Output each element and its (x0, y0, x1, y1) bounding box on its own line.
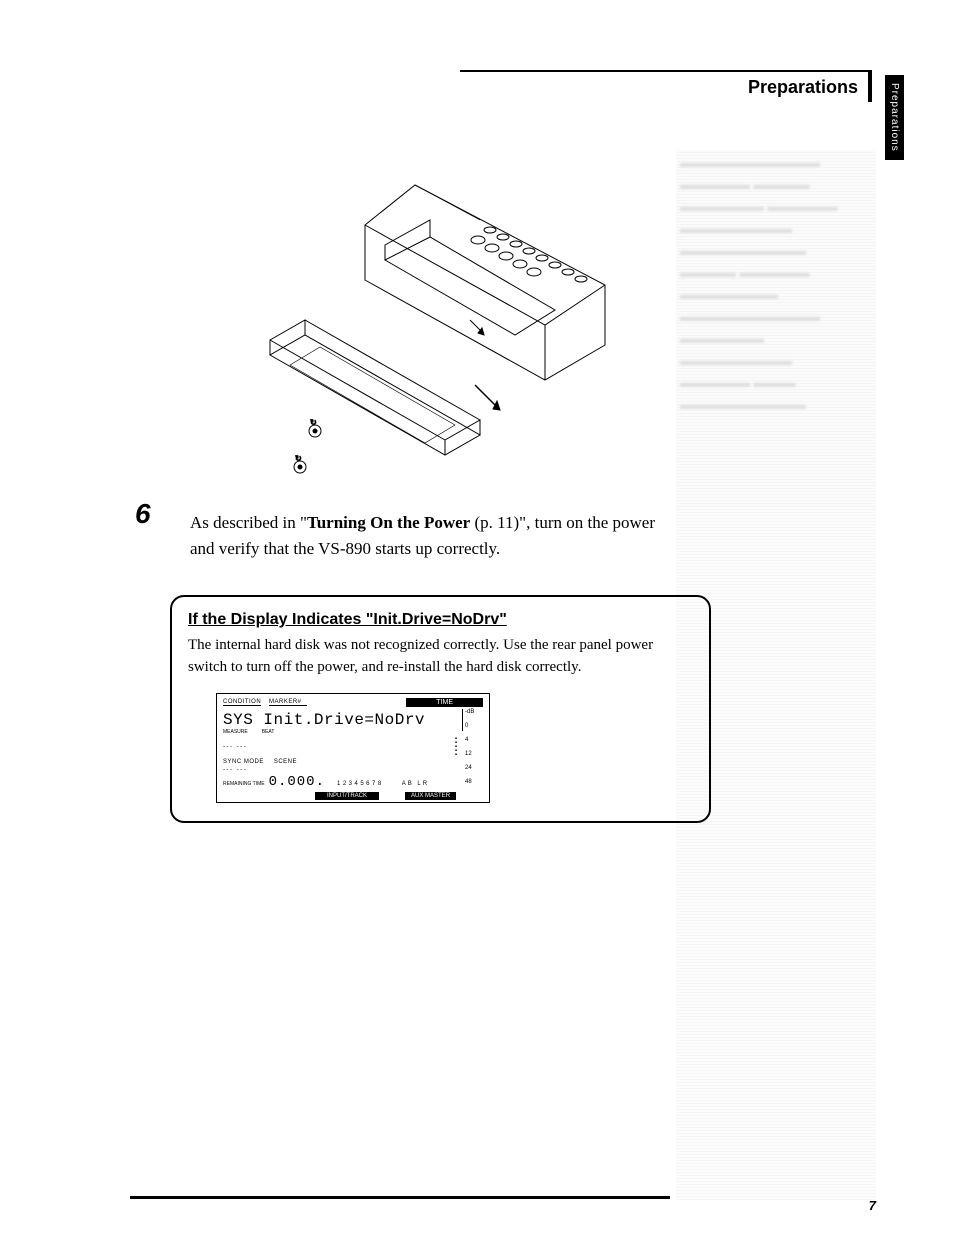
device-illustration: ↻ ↻ (235, 165, 635, 485)
section-title: Preparations (748, 77, 858, 98)
lcd-label-marker: MARKER# (269, 699, 307, 706)
lcd-track-numbers: 12345678 (337, 781, 384, 787)
lcd-label-condition: CONDITION (223, 699, 261, 706)
lcd-remaining-value: 0.000. (269, 774, 325, 790)
step-number: 6 (135, 498, 151, 530)
lcd-dashes: --- --- (223, 744, 247, 750)
lcd-ab-lr: AB LR (402, 781, 429, 787)
lcd-message: SYS Init.Drive=NoDrv (223, 709, 463, 731)
lcd-aux-master: AUX MASTER (405, 792, 456, 800)
page-number: 7 (869, 1198, 876, 1213)
step-body: As described in "Turning On the Power (p… (190, 510, 665, 563)
lcd-label-scene: SCENE (274, 759, 297, 765)
svg-text:↻: ↻ (295, 454, 302, 463)
lcd-bars: ▪▪▪▪▪ (455, 737, 463, 757)
footer-rule (130, 1196, 670, 1199)
lcd-dashes-2: --- --- (223, 767, 247, 773)
lcd-label-measure: MEASURE (223, 729, 248, 735)
lcd-label-time: TIME (406, 698, 483, 707)
note-box: If the Display Indicates "Init.Drive=NoD… (170, 595, 711, 823)
note-heading: If the Display Indicates "Init.Drive=NoD… (188, 611, 693, 629)
lcd-label-syncmode: SYNC MODE (223, 759, 264, 765)
svg-text:↻: ↻ (310, 418, 317, 427)
lcd-db-scale: -dB 0 4 12 24 48 (463, 707, 483, 790)
side-tab: Preparations (885, 75, 904, 160)
note-body: The internal hard disk was not recognize… (188, 635, 693, 679)
lcd-label-beat: BEAT (262, 729, 275, 735)
manual-page: Preparations Preparations ▬▬▬▬▬▬▬▬▬▬ ▬▬▬… (0, 0, 954, 1241)
lcd-remaining-label: REMAINING TIME (223, 781, 265, 787)
section-header: Preparations (460, 70, 872, 102)
step-text-1: As described in " (190, 513, 307, 532)
lcd-screenshot: CONDITION MARKER# TIME SYS Init.Drive=No… (216, 693, 490, 803)
step-bold: Turning On the Power (307, 513, 470, 532)
lcd-input-track: INPUT/TRACK (315, 792, 379, 800)
